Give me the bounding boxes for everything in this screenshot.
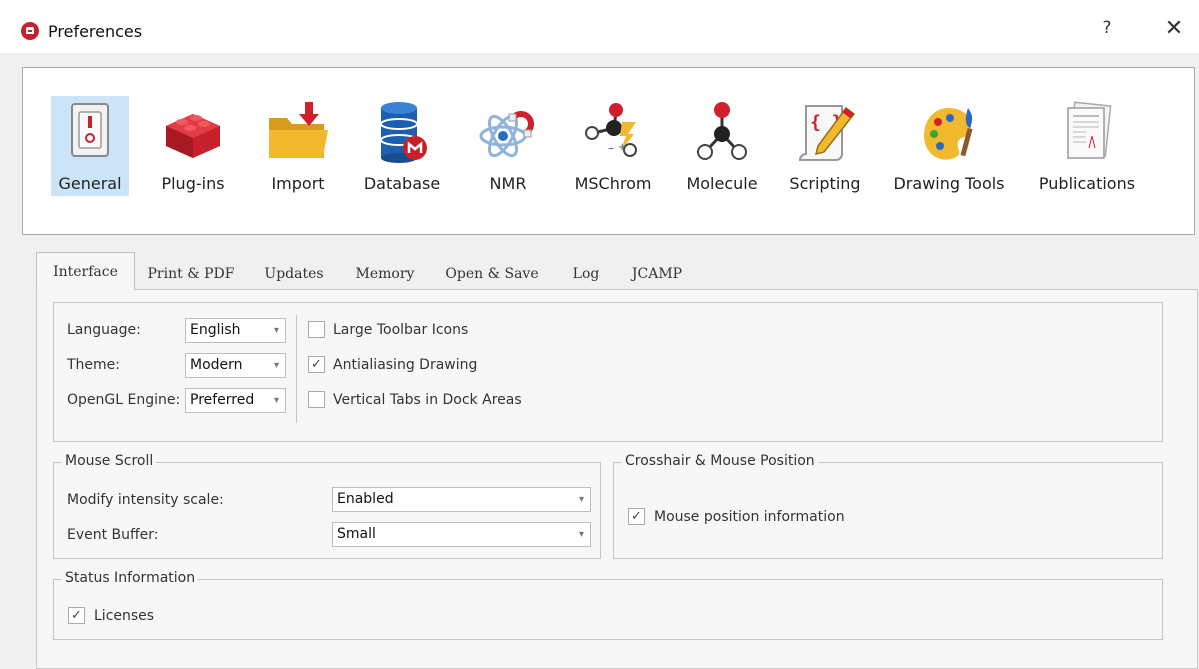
crosshair-title: Crosshair & Mouse Position	[622, 453, 818, 469]
opengl-dropdown[interactable]: Preferred ▾	[185, 388, 286, 413]
chevron-down-icon: ▾	[578, 529, 584, 540]
category-label: General	[58, 174, 122, 193]
opengl-value: Preferred	[190, 392, 255, 408]
vertical-tabs-label: Vertical Tabs in Dock Areas	[333, 392, 522, 408]
antialiasing-label: Antialiasing Drawing	[333, 357, 478, 373]
language-label: Language:	[67, 322, 141, 338]
publications-icon	[1067, 101, 1112, 159]
scripting-icon: { }	[798, 105, 856, 161]
plugins-icon	[166, 114, 220, 158]
title-bar	[0, 0, 1199, 53]
language-dropdown[interactable]: English ▾	[185, 318, 286, 343]
category-label: MSChrom	[574, 174, 652, 193]
event-buffer-label: Event Buffer:	[67, 527, 159, 543]
theme-value: Modern	[190, 357, 243, 373]
category-label: Plug-ins	[161, 174, 225, 193]
divider	[296, 315, 297, 423]
chevron-down-icon: ▾	[578, 494, 584, 505]
antialiasing-checkbox[interactable]: ✓	[308, 356, 325, 373]
tab-updates[interactable]: Updates	[258, 255, 330, 288]
chevron-down-icon: ▾	[273, 325, 279, 336]
category-mschrom[interactable]: + – MSChrom	[568, 96, 658, 196]
status-information-title: Status Information	[62, 570, 199, 586]
category-molecule[interactable]: Molecule	[678, 96, 766, 196]
tab-print-pdf[interactable]: Print & PDF	[140, 255, 242, 288]
category-database[interactable]: Database	[358, 96, 446, 196]
category-strip: General Plug-ins Import Database NMR + –…	[22, 67, 1195, 235]
category-publications[interactable]: Publications	[1031, 96, 1143, 196]
category-label: Publications	[1038, 174, 1136, 193]
category-scripting[interactable]: { } Scripting	[783, 96, 867, 196]
svg-text:+: +	[618, 142, 626, 153]
category-label: Molecule	[686, 174, 758, 193]
mouse-position-checkbox[interactable]: ✓	[628, 508, 645, 525]
tab-log[interactable]: Log	[566, 255, 606, 288]
modify-intensity-value: Enabled	[337, 491, 394, 507]
app-logo-icon	[21, 22, 39, 40]
interface-settings-group: Language: English ▾ Theme: Modern ▾ Open…	[53, 302, 1163, 442]
category-nmr[interactable]: NMR	[468, 96, 548, 196]
tab-memory[interactable]: Memory	[348, 255, 422, 288]
general-icon	[71, 103, 109, 157]
chevron-down-icon: ▾	[273, 360, 279, 371]
close-button[interactable]: ✕	[1160, 16, 1188, 44]
large-toolbar-checkbox[interactable]	[308, 321, 325, 338]
nmr-icon	[479, 111, 534, 158]
category-label: Scripting	[789, 174, 861, 193]
language-value: English	[190, 322, 241, 338]
category-general[interactable]: General	[51, 96, 129, 196]
event-buffer-value: Small	[337, 526, 376, 542]
category-label: Drawing Tools	[893, 174, 1005, 193]
category-label: Database	[363, 174, 441, 193]
category-plug-ins[interactable]: Plug-ins	[153, 96, 233, 196]
molecule-icon	[697, 102, 747, 160]
database-icon	[380, 102, 427, 163]
modify-intensity-label: Modify intensity scale:	[67, 492, 224, 508]
vertical-tabs-checkbox[interactable]	[308, 391, 325, 408]
tab-interface[interactable]: Interface	[36, 252, 135, 290]
crosshair-group: Crosshair & Mouse Position ✓ Mouse posit…	[613, 453, 1163, 559]
large-toolbar-label: Large Toolbar Icons	[333, 322, 469, 338]
theme-label: Theme:	[67, 357, 121, 373]
mouse-scroll-title: Mouse Scroll	[62, 453, 157, 469]
licenses-label: Licenses	[94, 608, 155, 624]
import-icon	[269, 102, 328, 158]
event-buffer-dropdown[interactable]: Small ▾	[332, 522, 591, 547]
modify-intensity-dropdown[interactable]: Enabled ▾	[332, 487, 591, 512]
drawing-tools-icon	[924, 108, 973, 160]
mschrom-icon: + –	[585, 103, 637, 157]
chevron-down-icon: ▾	[273, 395, 279, 406]
opengl-label: OpenGL Engine:	[67, 392, 181, 408]
theme-dropdown[interactable]: Modern ▾	[185, 353, 286, 378]
category-label: Import	[271, 174, 325, 193]
help-button[interactable]: ?	[1097, 18, 1117, 42]
mouse-position-label: Mouse position information	[654, 509, 845, 525]
svg-text:–: –	[608, 141, 614, 155]
category-drawing-tools[interactable]: Drawing Tools	[885, 96, 1013, 196]
mouse-scroll-group: Mouse Scroll Modify intensity scale: Ena…	[53, 453, 601, 559]
window-title: Preferences	[48, 22, 143, 41]
category-label: NMR	[489, 174, 527, 193]
category-import[interactable]: Import	[258, 96, 338, 196]
tab-open-save[interactable]: Open & Save	[440, 255, 544, 288]
status-information-group: Status Information ✓ Licenses	[53, 570, 1163, 640]
tab-jcamp[interactable]: JCAMP	[624, 255, 690, 288]
interface-panel: Language: English ▾ Theme: Modern ▾ Open…	[36, 289, 1198, 669]
licenses-checkbox[interactable]: ✓	[68, 607, 85, 624]
